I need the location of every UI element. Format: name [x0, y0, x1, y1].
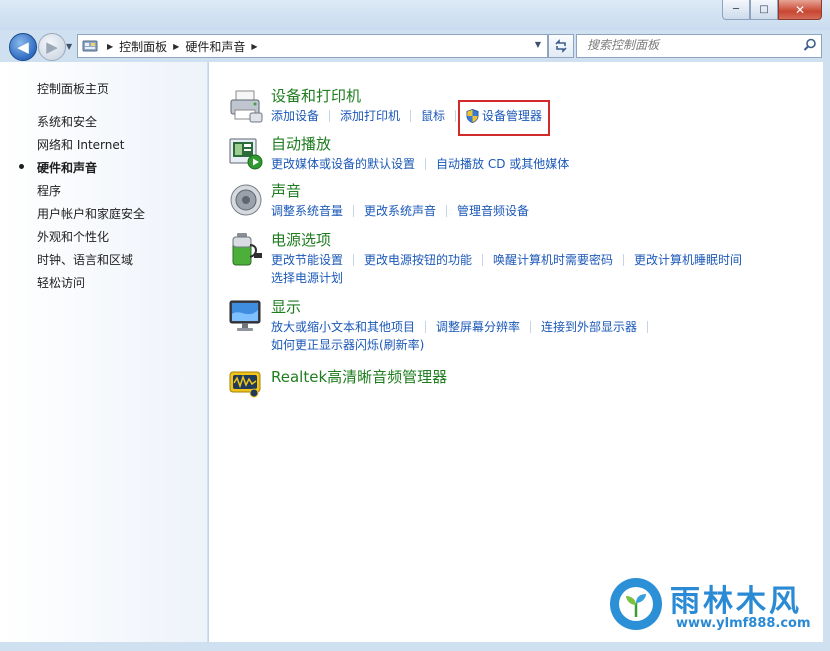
- sidebar-item-system-security[interactable]: 系统和安全: [37, 113, 97, 130]
- main-content: 设备和打印机 添加设备 添加打印机 鼠标 设备管理器 自动播放 更改媒体或设备的默认设…: [208, 62, 823, 642]
- printer-icon: [228, 87, 264, 123]
- battery-icon: [228, 231, 264, 267]
- link-device-manager[interactable]: 设备管理器: [482, 109, 542, 123]
- link-separator: [647, 321, 649, 333]
- sidebar-item-user-accounts[interactable]: 用户帐户和家庭安全: [37, 205, 145, 222]
- sidebar-item-clock-language[interactable]: 时钟、语言和区域: [37, 251, 133, 268]
- watermark-logo-icon: [610, 578, 662, 630]
- sidebar-item-network-internet[interactable]: 网络和 Internet: [37, 136, 124, 153]
- navigation-bar: ◀ ▶ ▼ ▶ 控制面板 ▶ 硬件和声音 ▶ ▼: [0, 30, 830, 62]
- link-adjust-volume[interactable]: 调整系统音量: [271, 204, 343, 218]
- monitor-icon: [228, 298, 264, 334]
- sprout-icon: [626, 594, 646, 617]
- link-refresh-rate[interactable]: 如何更正显示器闪烁(刷新率): [271, 338, 424, 352]
- category-links-sound: 调整系统音量 更改系统声音 管理音频设备: [271, 202, 811, 220]
- category-links-display: 放大或缩小文本和其他项目 调整屏幕分辨率 连接到外部显示器如何更正显示器闪烁(刷新率…: [271, 318, 811, 354]
- history-dropdown-icon[interactable]: ▼: [66, 42, 72, 51]
- link-choose-power-plan[interactable]: 选择电源计划: [271, 271, 343, 285]
- link-external-display[interactable]: 连接到外部显示器: [541, 320, 637, 334]
- link-power-button-function[interactable]: 更改电源按钮的功能: [364, 253, 472, 267]
- active-bullet-icon: [19, 164, 24, 169]
- link-add-printer[interactable]: 添加打印机: [340, 109, 400, 123]
- link-separator: [353, 254, 355, 266]
- link-separator: [425, 158, 427, 170]
- watermark: 雨林木风 www.ylmf888.com: [604, 576, 828, 638]
- watermark-brand-name: 雨林木风: [670, 584, 802, 619]
- link-sleep-time[interactable]: 更改计算机睡眠时间: [634, 253, 742, 267]
- link-change-media-defaults[interactable]: 更改媒体或设备的默认设置: [271, 157, 415, 171]
- search-icon[interactable]: [803, 38, 817, 55]
- link-separator: [329, 110, 331, 122]
- sidebar-item-programs[interactable]: 程序: [37, 182, 61, 199]
- maximize-button[interactable]: □: [750, 0, 778, 20]
- link-change-power-saving[interactable]: 更改节能设置: [271, 253, 343, 267]
- control-panel-icon: [82, 39, 98, 53]
- watermark-url: www.ylmf888.com: [676, 616, 811, 631]
- link-text-size[interactable]: 放大或缩小文本和其他项目: [271, 320, 415, 334]
- link-separator: [530, 321, 532, 333]
- link-separator: [482, 254, 484, 266]
- sidebar-item-control-panel-home[interactable]: 控制面板主页: [37, 80, 109, 97]
- category-title-power-options[interactable]: 电源选项: [271, 229, 331, 250]
- category-links-devices-printers: 添加设备 添加打印机 鼠标 设备管理器: [271, 100, 811, 136]
- link-wake-password[interactable]: 唤醒计算机时需要密码: [493, 253, 613, 267]
- link-mouse[interactable]: 鼠标: [421, 109, 445, 123]
- sidebar-item-label: 硬件和声音: [37, 161, 98, 175]
- refresh-icon: [555, 39, 567, 53]
- autoplay-icon: [228, 135, 264, 171]
- window-bottom-border: [0, 642, 830, 651]
- uac-shield-icon: [466, 108, 479, 128]
- breadcrumb-separator-icon[interactable]: ▶: [251, 42, 257, 51]
- link-separator: [425, 321, 427, 333]
- breadcrumb-hardware-sound[interactable]: 硬件和声音: [185, 38, 245, 55]
- link-separator: [353, 205, 355, 217]
- link-separator: [410, 110, 412, 122]
- highlight-box: 设备管理器: [458, 100, 551, 136]
- link-separator: [623, 254, 625, 266]
- link-manage-audio-devices[interactable]: 管理音频设备: [457, 204, 529, 218]
- breadcrumb-separator-icon[interactable]: ▶: [173, 42, 179, 51]
- minimize-button[interactable]: ─: [722, 0, 750, 20]
- category-links-autoplay: 更改媒体或设备的默认设置 自动播放 CD 或其他媒体: [271, 155, 811, 173]
- link-separator: [455, 110, 457, 122]
- category-links-power-options: 更改节能设置 更改电源按钮的功能 唤醒计算机时需要密码 更改计算机睡眠时间选择电源计划: [271, 251, 811, 287]
- address-dropdown-icon[interactable]: ▼: [535, 40, 541, 49]
- link-add-device[interactable]: 添加设备: [271, 109, 319, 123]
- category-title-autoplay[interactable]: 自动播放: [271, 133, 331, 154]
- link-separator: [446, 205, 448, 217]
- watermark-logo-inner: [619, 587, 653, 621]
- sidebar: 控制面板主页 系统和安全 网络和 Internet 硬件和声音 程序 用户帐户和…: [0, 62, 207, 642]
- link-autoplay-cd[interactable]: 自动播放 CD 或其他媒体: [436, 157, 569, 171]
- refresh-button[interactable]: [548, 34, 574, 58]
- breadcrumb-separator-icon[interactable]: ▶: [107, 42, 113, 51]
- sidebar-item-appearance[interactable]: 外观和个性化: [37, 228, 109, 245]
- search-box[interactable]: [576, 34, 822, 58]
- category-title-realtek-audio[interactable]: Realtek高清晰音频管理器: [271, 366, 447, 387]
- breadcrumb-control-panel[interactable]: 控制面板: [119, 38, 167, 55]
- back-button[interactable]: ◀: [9, 33, 37, 61]
- speaker-icon: [228, 182, 264, 218]
- window-titlebar: ─ □ ✕: [0, 0, 830, 30]
- category-title-devices-printers[interactable]: 设备和打印机: [271, 85, 361, 106]
- link-change-system-sounds[interactable]: 更改系统声音: [364, 204, 436, 218]
- forward-button[interactable]: ▶: [38, 33, 66, 61]
- close-button[interactable]: ✕: [778, 0, 822, 20]
- sidebar-item-hardware-sound[interactable]: 硬件和声音: [19, 159, 98, 176]
- realtek-audio-icon: [228, 366, 264, 402]
- address-bar[interactable]: ▶ 控制面板 ▶ 硬件和声音 ▶ ▼: [77, 34, 548, 58]
- window-buttons: ─ □ ✕: [722, 0, 822, 20]
- category-title-sound[interactable]: 声音: [271, 180, 301, 201]
- sidebar-item-ease-of-access[interactable]: 轻松访问: [37, 274, 85, 291]
- category-title-display[interactable]: 显示: [271, 296, 301, 317]
- search-input[interactable]: [577, 35, 797, 55]
- link-screen-resolution[interactable]: 调整屏幕分辨率: [436, 320, 520, 334]
